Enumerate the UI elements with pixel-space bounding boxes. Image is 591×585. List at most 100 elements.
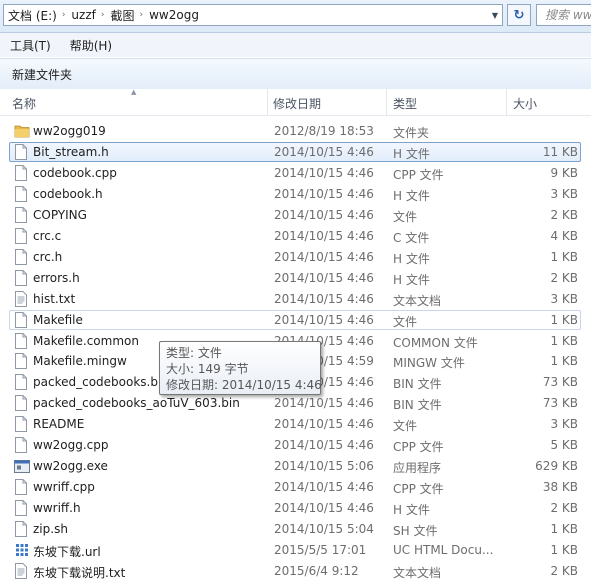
file-row[interactable]: COPYING 2014/10/15 4:46 文件 2 KB: [0, 205, 591, 226]
file-row[interactable]: zip.sh 2014/10/15 5:04 SH 文件 1 KB: [0, 519, 591, 540]
file-size: 3 KB: [550, 417, 578, 432]
search-input[interactable]: 搜索 ww: [536, 4, 591, 26]
file-size: 2 KB: [550, 563, 578, 578]
file-row[interactable]: codebook.h 2014/10/15 4:46 H 文件 3 KB: [0, 184, 591, 205]
file-row[interactable]: 东坡下载说明.txt 2015/6/4 9:12 文本文档 2 KB: [0, 561, 591, 582]
column-date[interactable]: 修改日期: [273, 95, 321, 112]
file-date: 2014/10/15 4:46: [274, 207, 374, 222]
file-size: 2 KB: [550, 501, 578, 516]
file-type: BIN 文件: [393, 377, 442, 392]
file-row[interactable]: ww2ogg019 2012/8/19 18:53 文件夹: [0, 121, 591, 142]
column-type[interactable]: 类型: [393, 95, 417, 112]
file-row[interactable]: Makefile 2014/10/15 4:46 文件 1 KB: [0, 309, 591, 331]
file-size: 2 KB: [550, 207, 578, 222]
file-icon: [14, 500, 28, 517]
file-icon: [14, 248, 28, 265]
file-date: 2014/10/15 4:46: [274, 144, 374, 159]
file-type: 文本文档: [393, 565, 442, 580]
file-row[interactable]: wwriff.cpp 2014/10/15 4:46 CPP 文件 38 KB: [0, 477, 591, 498]
file-row[interactable]: ww2ogg.cpp 2014/10/15 4:46 CPP 文件 5 KB: [0, 435, 591, 456]
file-type: 文本文档: [393, 293, 442, 308]
file-size: 73 KB: [542, 396, 578, 411]
file-name: COPYING: [33, 207, 87, 222]
file-row[interactable]: crc.h 2014/10/15 4:46 H 文件 1 KB: [0, 247, 591, 268]
new-folder-button[interactable]: 新建文件夹: [12, 66, 72, 83]
file-size: 9 KB: [550, 165, 578, 180]
file-row[interactable]: codebook.cpp 2014/10/15 4:46 CPP 文件 9 KB: [0, 163, 591, 184]
file-date: 2014/10/15 5:06: [274, 459, 374, 474]
file-row[interactable]: packed_codebooks_aoTuV_603.bin 2014/10/15…: [0, 393, 591, 414]
file-name: zip.sh: [33, 522, 68, 537]
file-icon: [14, 479, 28, 496]
file-type: H 文件: [393, 146, 430, 161]
file-row[interactable]: README 2014/10/15 4:46 文件 3 KB: [0, 414, 591, 435]
file-date: 2014/10/15 4:46: [274, 501, 374, 516]
refresh-icon: ↻: [513, 7, 525, 23]
file-type: CPP 文件: [393, 482, 444, 497]
file-row[interactable]: wwriff.h 2014/10/15 4:46 H 文件 2 KB: [0, 498, 591, 519]
file-date: 2014/10/15 4:46: [274, 417, 374, 432]
chevron-down-icon[interactable]: ▼: [488, 5, 502, 25]
file-type: COMMON 文件: [393, 335, 478, 350]
exe-icon: [14, 458, 30, 474]
file-size: 1 KB: [550, 354, 578, 369]
file-date: 2015/6/4 9:12: [274, 563, 359, 578]
file-date: 2015/5/5 17:01: [274, 543, 367, 557]
menu-tools[interactable]: 工具(T): [0, 37, 60, 54]
file-name: wwriff.h: [33, 501, 81, 516]
chevron-right-icon[interactable]: ›: [99, 10, 107, 20]
column-divider[interactable]: [267, 89, 268, 115]
file-size: 1 KB: [550, 333, 578, 348]
file-name: hist.txt: [33, 291, 76, 306]
file-row[interactable]: hist.txt 2014/10/15 4:46 文本文档 3 KB: [0, 289, 591, 310]
file-type: MINGW 文件: [393, 356, 465, 371]
chevron-right-icon[interactable]: ›: [137, 10, 145, 20]
file-name: packed_codebooks_aoTuV_603.bin: [33, 396, 240, 411]
column-name[interactable]: 名称: [12, 95, 36, 112]
file-name: 东坡下载说明.txt: [33, 565, 126, 580]
file-type: 文件: [393, 314, 418, 329]
column-divider[interactable]: [386, 89, 387, 115]
file-name: crc.c: [33, 228, 62, 243]
file-name: README: [33, 417, 85, 432]
file-type: 文件: [393, 419, 418, 434]
refresh-button[interactable]: ↻: [507, 4, 531, 26]
file-type: C 文件: [393, 230, 430, 245]
file-type: CPP 文件: [393, 167, 444, 182]
file-date: 2014/10/15 4:46: [274, 480, 374, 495]
breadcrumb-screenshots[interactable]: 截图: [106, 7, 137, 24]
file-size: 629 KB: [535, 459, 578, 474]
address-bar: 文档 (E:) › uzzf › 截图 › ww2ogg ▼ ↻ 搜索 ww: [0, 0, 591, 33]
file-size: 3 KB: [550, 291, 578, 306]
text-file-icon: [14, 290, 28, 307]
file-icon: [14, 185, 28, 202]
file-icon: [14, 269, 28, 286]
file-name: ww2ogg.cpp: [33, 438, 109, 453]
column-divider[interactable]: [506, 89, 507, 115]
file-name: Makefile: [33, 312, 83, 327]
file-size: 3 KB: [550, 186, 578, 201]
file-date: 2014/10/15 4:46: [274, 291, 374, 306]
file-date: 2014/10/15 4:46: [274, 312, 374, 327]
file-icon: [14, 206, 28, 223]
file-row[interactable]: Bit_stream.h 2014/10/15 4:46 H 文件 11 KB: [0, 141, 591, 163]
column-header: ▲ 名称 修改日期 类型 大小: [0, 88, 591, 116]
breadcrumb-drive[interactable]: 文档 (E:): [4, 7, 60, 24]
file-row[interactable]: errors.h 2014/10/15 4:46 H 文件 2 KB: [0, 268, 591, 289]
file-row[interactable]: crc.c 2014/10/15 4:46 C 文件 4 KB: [0, 226, 591, 247]
breadcrumb-uzzf[interactable]: uzzf: [67, 8, 98, 22]
file-size: 1 KB: [550, 522, 578, 537]
menu-help[interactable]: 帮助(H): [60, 37, 121, 54]
breadcrumb[interactable]: 文档 (E:) › uzzf › 截图 › ww2ogg ▼: [3, 4, 503, 26]
folder-icon: [14, 123, 30, 139]
file-size: 4 KB: [550, 228, 578, 243]
file-type: H 文件: [393, 188, 430, 203]
file-row[interactable]: ww2ogg.exe 2014/10/15 5:06 应用程序 629 KB: [0, 456, 591, 477]
breadcrumb-ww2ogg[interactable]: ww2ogg: [145, 8, 202, 22]
file-row[interactable]: 东坡下载.url 2015/5/5 17:01 UC HTML Docu... 1 K…: [0, 540, 591, 561]
file-size: 11 KB: [542, 144, 578, 159]
column-size[interactable]: 大小: [513, 95, 537, 112]
file-type: CPP 文件: [393, 440, 444, 455]
menu-bar: 工具(T) 帮助(H): [0, 33, 591, 57]
chevron-right-icon[interactable]: ›: [60, 10, 68, 20]
